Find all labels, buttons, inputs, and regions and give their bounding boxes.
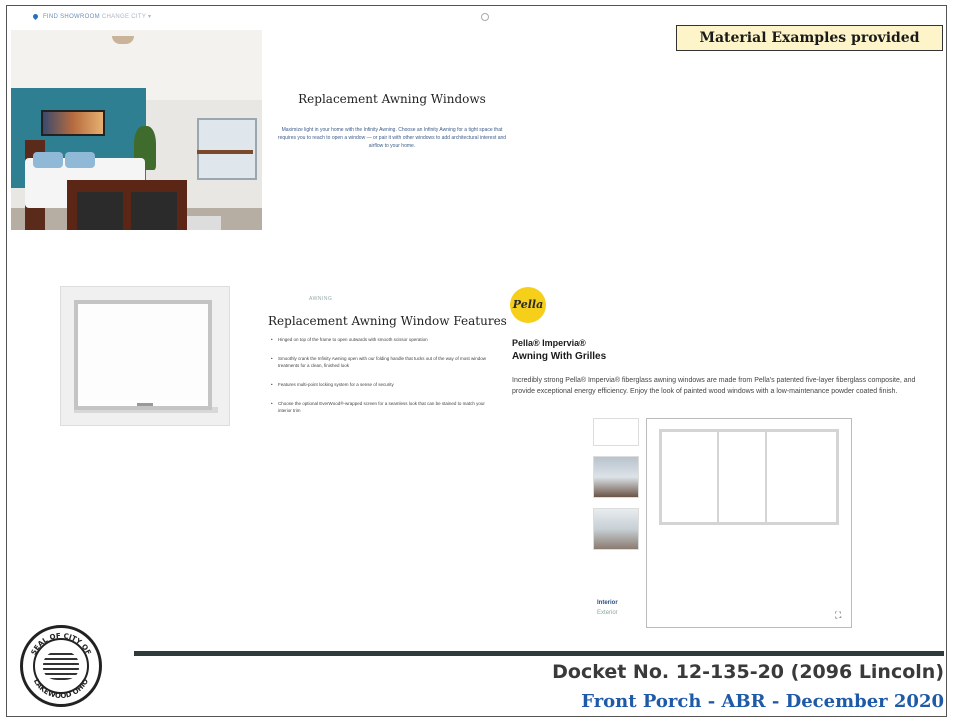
feature-item: Smoothly crank the Infinity Awning open … [271, 355, 488, 369]
expand-icon[interactable]: ⛶ [835, 611, 841, 621]
thumbnail-window[interactable] [593, 418, 639, 446]
pella-logo: Pella [510, 287, 546, 323]
awning-title: Replacement Awning Windows [298, 92, 486, 106]
awning-window-image [60, 286, 230, 426]
footer-rule [134, 651, 944, 656]
thumbnail-strip [593, 418, 639, 560]
exterior-tab[interactable]: Exterior [597, 610, 618, 616]
interior-tab[interactable]: Interior [597, 600, 618, 606]
feature-item: Features multi-point locking system for … [271, 381, 488, 388]
feature-item: Hinged on top of the frame to open outwa… [271, 336, 488, 343]
location-bar[interactable]: FIND SHOWROOM CHANGE CITY ▾ [31, 12, 151, 20]
pella-product-name: Pella® Impervia® [512, 338, 586, 348]
features-list: Hinged on top of the frame to open outwa… [270, 336, 488, 426]
features-title: Replacement Awning Window Features [268, 314, 507, 328]
location-secondary[interactable]: CHANGE CITY ▾ [102, 14, 151, 20]
location-primary[interactable]: FIND SHOWROOM [43, 14, 100, 20]
bedroom-photo [11, 30, 262, 230]
docket-number: Docket No. 12-135-20 (2096 Lincoln) [552, 661, 944, 683]
awning-description: Maximize light in your home with the Inf… [277, 127, 507, 149]
map-pin-icon [31, 12, 40, 20]
pella-description: Incredibly strong Pella® Impervia® fiber… [512, 377, 916, 395]
review-subtitle: Front Porch - ABR - December 2020 [581, 691, 944, 712]
feature-item: Choose the optional EverWood®-wrapped sc… [271, 400, 488, 414]
city-seal-logo: SEAL OF CITY OF LAKEWOOD OHIO [20, 625, 102, 707]
thumbnail-room-2[interactable] [593, 508, 639, 550]
settings-icon[interactable] [481, 13, 489, 21]
material-examples-label: Material Examples provided [676, 25, 943, 51]
product-main-image: ⛶ [646, 418, 852, 628]
pella-product-subtitle: Awning With Grilles [512, 351, 607, 362]
features-kicker: AWNING [309, 296, 333, 302]
thumbnail-room-1[interactable] [593, 456, 639, 498]
